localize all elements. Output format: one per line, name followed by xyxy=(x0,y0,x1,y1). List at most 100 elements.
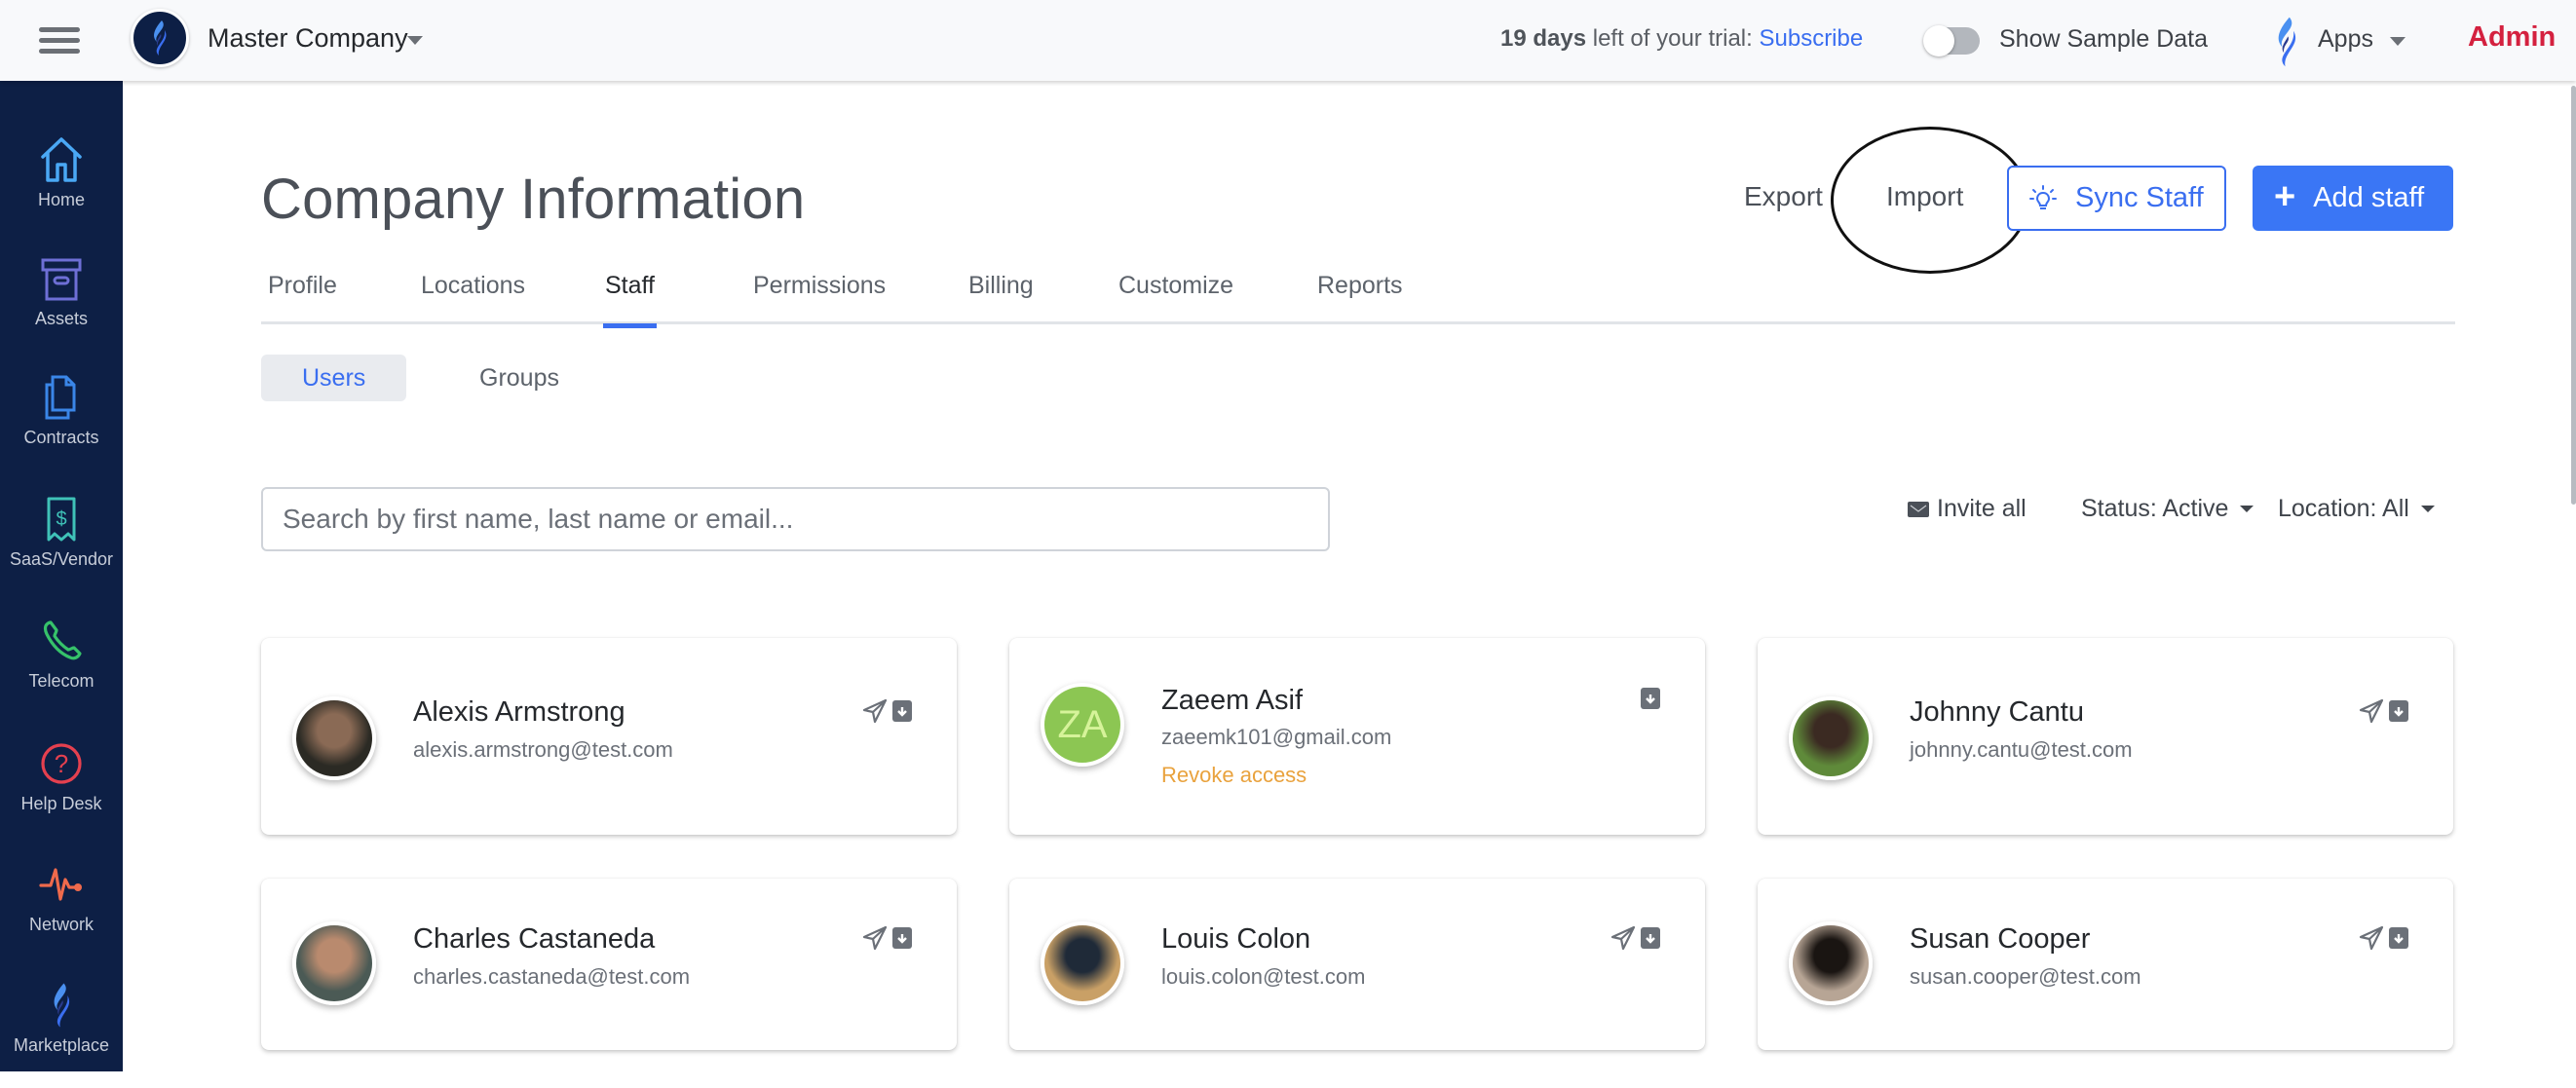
location-filter-dropdown[interactable]: Location: All xyxy=(2278,495,2435,523)
export-button[interactable]: Export xyxy=(1744,181,1823,212)
company-switcher[interactable]: Master Company xyxy=(208,23,408,54)
card-actions xyxy=(1640,687,1661,710)
sidebar-item-assets[interactable]: Assets xyxy=(0,254,123,361)
staff-card[interactable]: Johnny Cantu johnny.cantu@test.com xyxy=(1758,638,2453,835)
sidebar-item-label: Network xyxy=(28,915,94,934)
archive-icon[interactable] xyxy=(2388,926,2409,950)
add-staff-button[interactable]: + Add staff xyxy=(2253,166,2453,231)
flame-logo-icon xyxy=(154,20,167,56)
subtab-groups[interactable]: Groups xyxy=(438,355,600,401)
send-invite-icon[interactable] xyxy=(2359,698,2384,724)
staff-name: Susan Cooper xyxy=(1910,923,2091,955)
main-content: Company Information Export Import Sync S… xyxy=(123,81,2576,1071)
staff-name: Louis Colon xyxy=(1161,923,1311,955)
apps-logo-icon[interactable] xyxy=(2266,14,2307,70)
staff-email: alexis.armstrong@test.com xyxy=(413,737,673,762)
flame-logo-icon xyxy=(54,983,70,1028)
documents-icon xyxy=(45,375,76,420)
chevron-down-icon[interactable] xyxy=(2390,37,2406,46)
status-filter-dropdown[interactable]: Status: Active xyxy=(2081,495,2254,523)
add-staff-label: Add staff xyxy=(2313,182,2425,213)
subscribe-link[interactable]: Subscribe xyxy=(1759,25,1863,52)
archive-icon[interactable] xyxy=(891,699,913,723)
toggle-knob xyxy=(1923,25,1954,56)
avatar xyxy=(1789,921,1873,1005)
import-button[interactable]: Import xyxy=(1886,181,1963,212)
card-actions xyxy=(862,698,913,724)
apps-menu[interactable]: Apps xyxy=(2318,25,2373,54)
tab-profile[interactable]: Profile xyxy=(268,272,337,314)
sidebar-item-label: SaaS/Vendor xyxy=(9,549,114,569)
archive-icon[interactable] xyxy=(2388,699,2409,723)
tab-permissions[interactable]: Permissions xyxy=(753,272,886,314)
sidebar-item-marketplace[interactable]: Marketplace xyxy=(0,981,123,1088)
send-invite-icon[interactable] xyxy=(1610,925,1636,951)
sidebar-item-label: Telecom xyxy=(28,671,95,691)
sync-staff-button[interactable]: Sync Staff xyxy=(2007,166,2226,231)
trial-days: 19 days xyxy=(1500,25,1587,52)
staff-email: louis.colon@test.com xyxy=(1161,964,1366,989)
sidebar-item-telecom[interactable]: Telecom xyxy=(0,617,123,724)
pulse-icon xyxy=(39,868,82,901)
send-invite-icon[interactable] xyxy=(862,925,888,951)
staff-search-input[interactable] xyxy=(261,487,1330,551)
archive-icon[interactable] xyxy=(1640,926,1661,950)
envelope-icon xyxy=(1908,501,1929,517)
revoke-access-link[interactable]: Revoke access xyxy=(1161,763,1307,788)
sync-staff-label: Sync Staff xyxy=(2075,182,2204,213)
company-logo[interactable] xyxy=(131,9,189,67)
page-scrollbar[interactable] xyxy=(2571,86,2576,505)
hamburger-icon[interactable] xyxy=(39,27,80,55)
tab-reports[interactable]: Reports xyxy=(1317,272,1403,314)
help-circle-icon: ? xyxy=(41,743,82,784)
staff-card[interactable]: Charles Castaneda charles.castaneda@test… xyxy=(261,879,957,1050)
tab-locations[interactable]: Locations xyxy=(421,272,525,314)
avatar xyxy=(292,921,376,1005)
sidebar-item-label: Contracts xyxy=(23,428,99,447)
card-actions xyxy=(1610,925,1661,951)
invite-all-button[interactable]: Invite all xyxy=(1908,495,2027,523)
tab-billing[interactable]: Billing xyxy=(968,272,1034,314)
sidebar-item-saas-vendor[interactable]: $ SaaS/Vendor xyxy=(0,495,123,602)
trial-text: left of your trial: xyxy=(1586,25,1760,52)
sidebar-item-label: Home xyxy=(37,190,85,209)
sidebar-item-home[interactable]: Home xyxy=(0,135,123,243)
phone-icon xyxy=(43,620,82,660)
sidebar-nav: Home Assets Contracts $ SaaS/Vendor Tele… xyxy=(0,81,123,1071)
staff-card[interactable]: Louis Colon louis.colon@test.com xyxy=(1009,879,1705,1050)
tab-customize[interactable]: Customize xyxy=(1118,272,1233,314)
staff-email: susan.cooper@test.com xyxy=(1910,964,2141,989)
staff-name: Zaeem Asif xyxy=(1161,685,1304,716)
send-invite-icon[interactable] xyxy=(862,698,888,724)
company-tabs: Profile Locations Staff Permissions Bill… xyxy=(261,272,2455,328)
avatar-initials: ZA xyxy=(1041,683,1124,767)
staff-email: charles.castaneda@test.com xyxy=(413,964,691,989)
subtab-users[interactable]: Users xyxy=(261,355,407,401)
archive-icon[interactable] xyxy=(891,926,913,950)
chevron-down-icon[interactable] xyxy=(407,36,423,45)
staff-card[interactable]: Alexis Armstrong alexis.armstrong@test.c… xyxy=(261,638,957,835)
user-menu[interactable]: Admin xyxy=(2468,21,2556,54)
staff-name: Johnny Cantu xyxy=(1910,696,2084,728)
card-actions xyxy=(2359,925,2409,951)
sidebar-item-label: Help Desk xyxy=(20,794,102,813)
card-actions xyxy=(862,925,913,951)
staff-name: Alexis Armstrong xyxy=(413,696,625,728)
invite-all-label: Invite all xyxy=(1937,495,2027,522)
staff-card[interactable]: Susan Cooper susan.cooper@test.com xyxy=(1758,879,2453,1050)
send-invite-icon[interactable] xyxy=(2359,925,2384,951)
trial-notice: 19 days left of your trial: Subscribe xyxy=(1500,25,1863,53)
sidebar-item-network[interactable]: Network xyxy=(0,860,123,967)
archive-box-icon xyxy=(41,258,82,301)
sidebar-item-contracts[interactable]: Contracts xyxy=(0,373,123,480)
sidebar-item-help-desk[interactable]: ? Help Desk xyxy=(0,739,123,846)
receipt-dollar-icon: $ xyxy=(47,497,76,542)
sample-data-toggle[interactable] xyxy=(1923,25,1980,56)
tab-staff[interactable]: Staff xyxy=(603,272,657,328)
svg-text:$: $ xyxy=(56,508,66,530)
staff-email: johnny.cantu@test.com xyxy=(1910,737,2133,762)
staff-card[interactable]: ZA Zaeem Asif zaeemk101@gmail.com Revoke… xyxy=(1009,638,1705,835)
lightbulb-icon xyxy=(2029,184,2057,209)
sample-data-label: Show Sample Data xyxy=(1999,25,2209,53)
archive-icon[interactable] xyxy=(1640,687,1661,710)
